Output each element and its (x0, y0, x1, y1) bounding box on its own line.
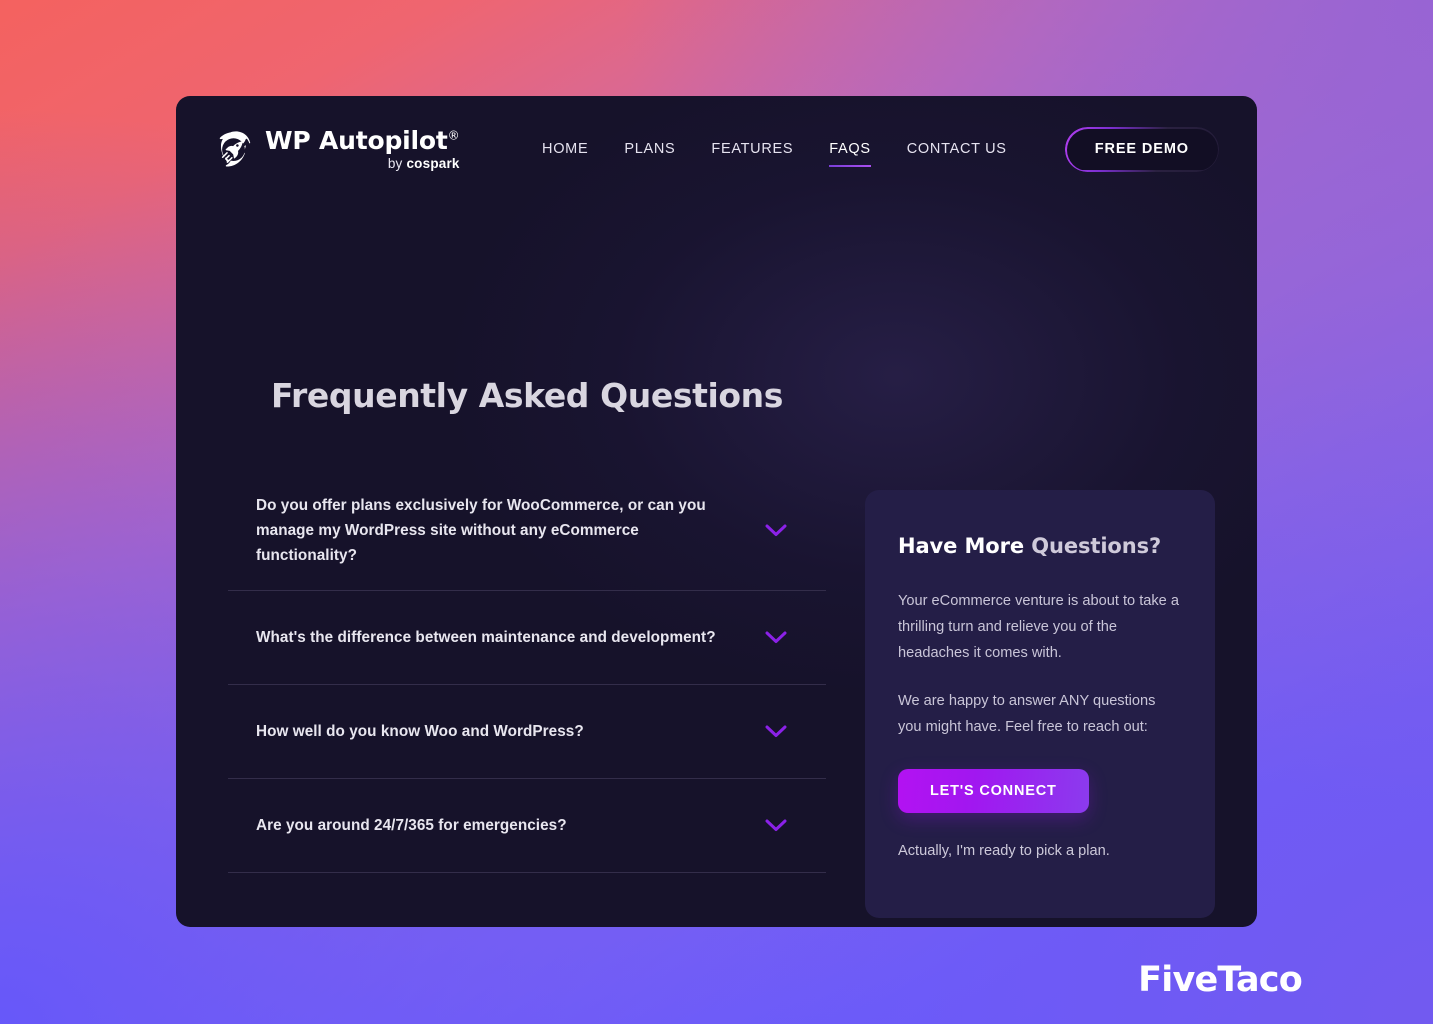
nav-item-contact-us[interactable]: CONTACT US (907, 135, 1007, 163)
chevron-down-icon[interactable] (764, 626, 788, 650)
nav-item-faqs[interactable]: FAQS (829, 135, 872, 167)
nav-item-features[interactable]: FEATURES (711, 135, 793, 163)
faq-item[interactable]: Do you offer plans exclusively for WooCo… (228, 471, 826, 592)
have-more-questions-card: Have More Questions? Your eCommerce vent… (865, 490, 1215, 918)
chevron-down-icon[interactable] (764, 720, 788, 744)
faq-question: Are you around 24/7/365 for emergencies? (256, 817, 567, 835)
faq-column: Frequently Asked Questions Do you offer … (228, 376, 826, 874)
brand-logo[interactable]: WP Autopilot® by cospark (213, 128, 460, 171)
main-navigation: HOME PLANS FEATURES FAQS CONTACT US FREE… (542, 126, 1219, 172)
pick-a-plan-link[interactable]: Actually, I'm ready to pick a plan. (898, 839, 1181, 864)
faq-question: Do you offer plans exclusively for WooCo… (256, 497, 706, 565)
brand-tagline-prefix: by (387, 155, 407, 171)
page-title: Frequently Asked Questions (271, 376, 783, 415)
card-title-part2: Questions? (1031, 534, 1162, 558)
card-title: Have More Questions? (898, 534, 1181, 558)
faq-item[interactable]: What's the difference between maintenanc… (228, 591, 826, 686)
chevron-down-icon[interactable] (764, 519, 788, 543)
card-paragraph-1: Your eCommerce venture is about to take … (898, 593, 1179, 661)
nav-item-plans[interactable]: PLANS (624, 135, 675, 163)
page-content: Frequently Asked Questions Do you offer … (176, 202, 1257, 927)
brand-tagline-rest: spark (422, 155, 460, 171)
brand-tagline: by cospark (265, 157, 460, 171)
free-demo-button[interactable]: FREE DEMO (1064, 126, 1219, 172)
fivetaco-watermark: FiveTaco (1138, 960, 1303, 1000)
lets-connect-button[interactable]: LET'S CONNECT (898, 768, 1089, 813)
faq-question: How well do you know Woo and WordPress? (256, 723, 584, 741)
rocket-icon (219, 131, 251, 167)
browser-window-panel: WP Autopilot® by cospark HOME PLANS FEAT… (176, 96, 1257, 927)
card-title-part1: Have More (898, 534, 1032, 558)
brand-text: WP Autopilot® by cospark (265, 128, 460, 171)
brand-name-text: WP Autopilot (265, 125, 448, 155)
site-header: WP Autopilot® by cospark HOME PLANS FEAT… (176, 96, 1257, 202)
faq-item[interactable]: Are you around 24/7/365 for emergencies? (228, 779, 826, 874)
faq-question: What's the difference between maintenanc… (256, 629, 716, 647)
registered-mark: ® (447, 128, 460, 143)
nav-item-home[interactable]: HOME (542, 135, 588, 163)
chevron-down-icon[interactable] (764, 814, 788, 838)
faq-item[interactable]: How well do you know Woo and WordPress? (228, 685, 826, 780)
card-paragraph-2: We are happy to answer ANY questions you… (898, 692, 1156, 735)
brand-name: WP Autopilot® (265, 128, 460, 153)
brand-tagline-bold: co (406, 155, 423, 171)
